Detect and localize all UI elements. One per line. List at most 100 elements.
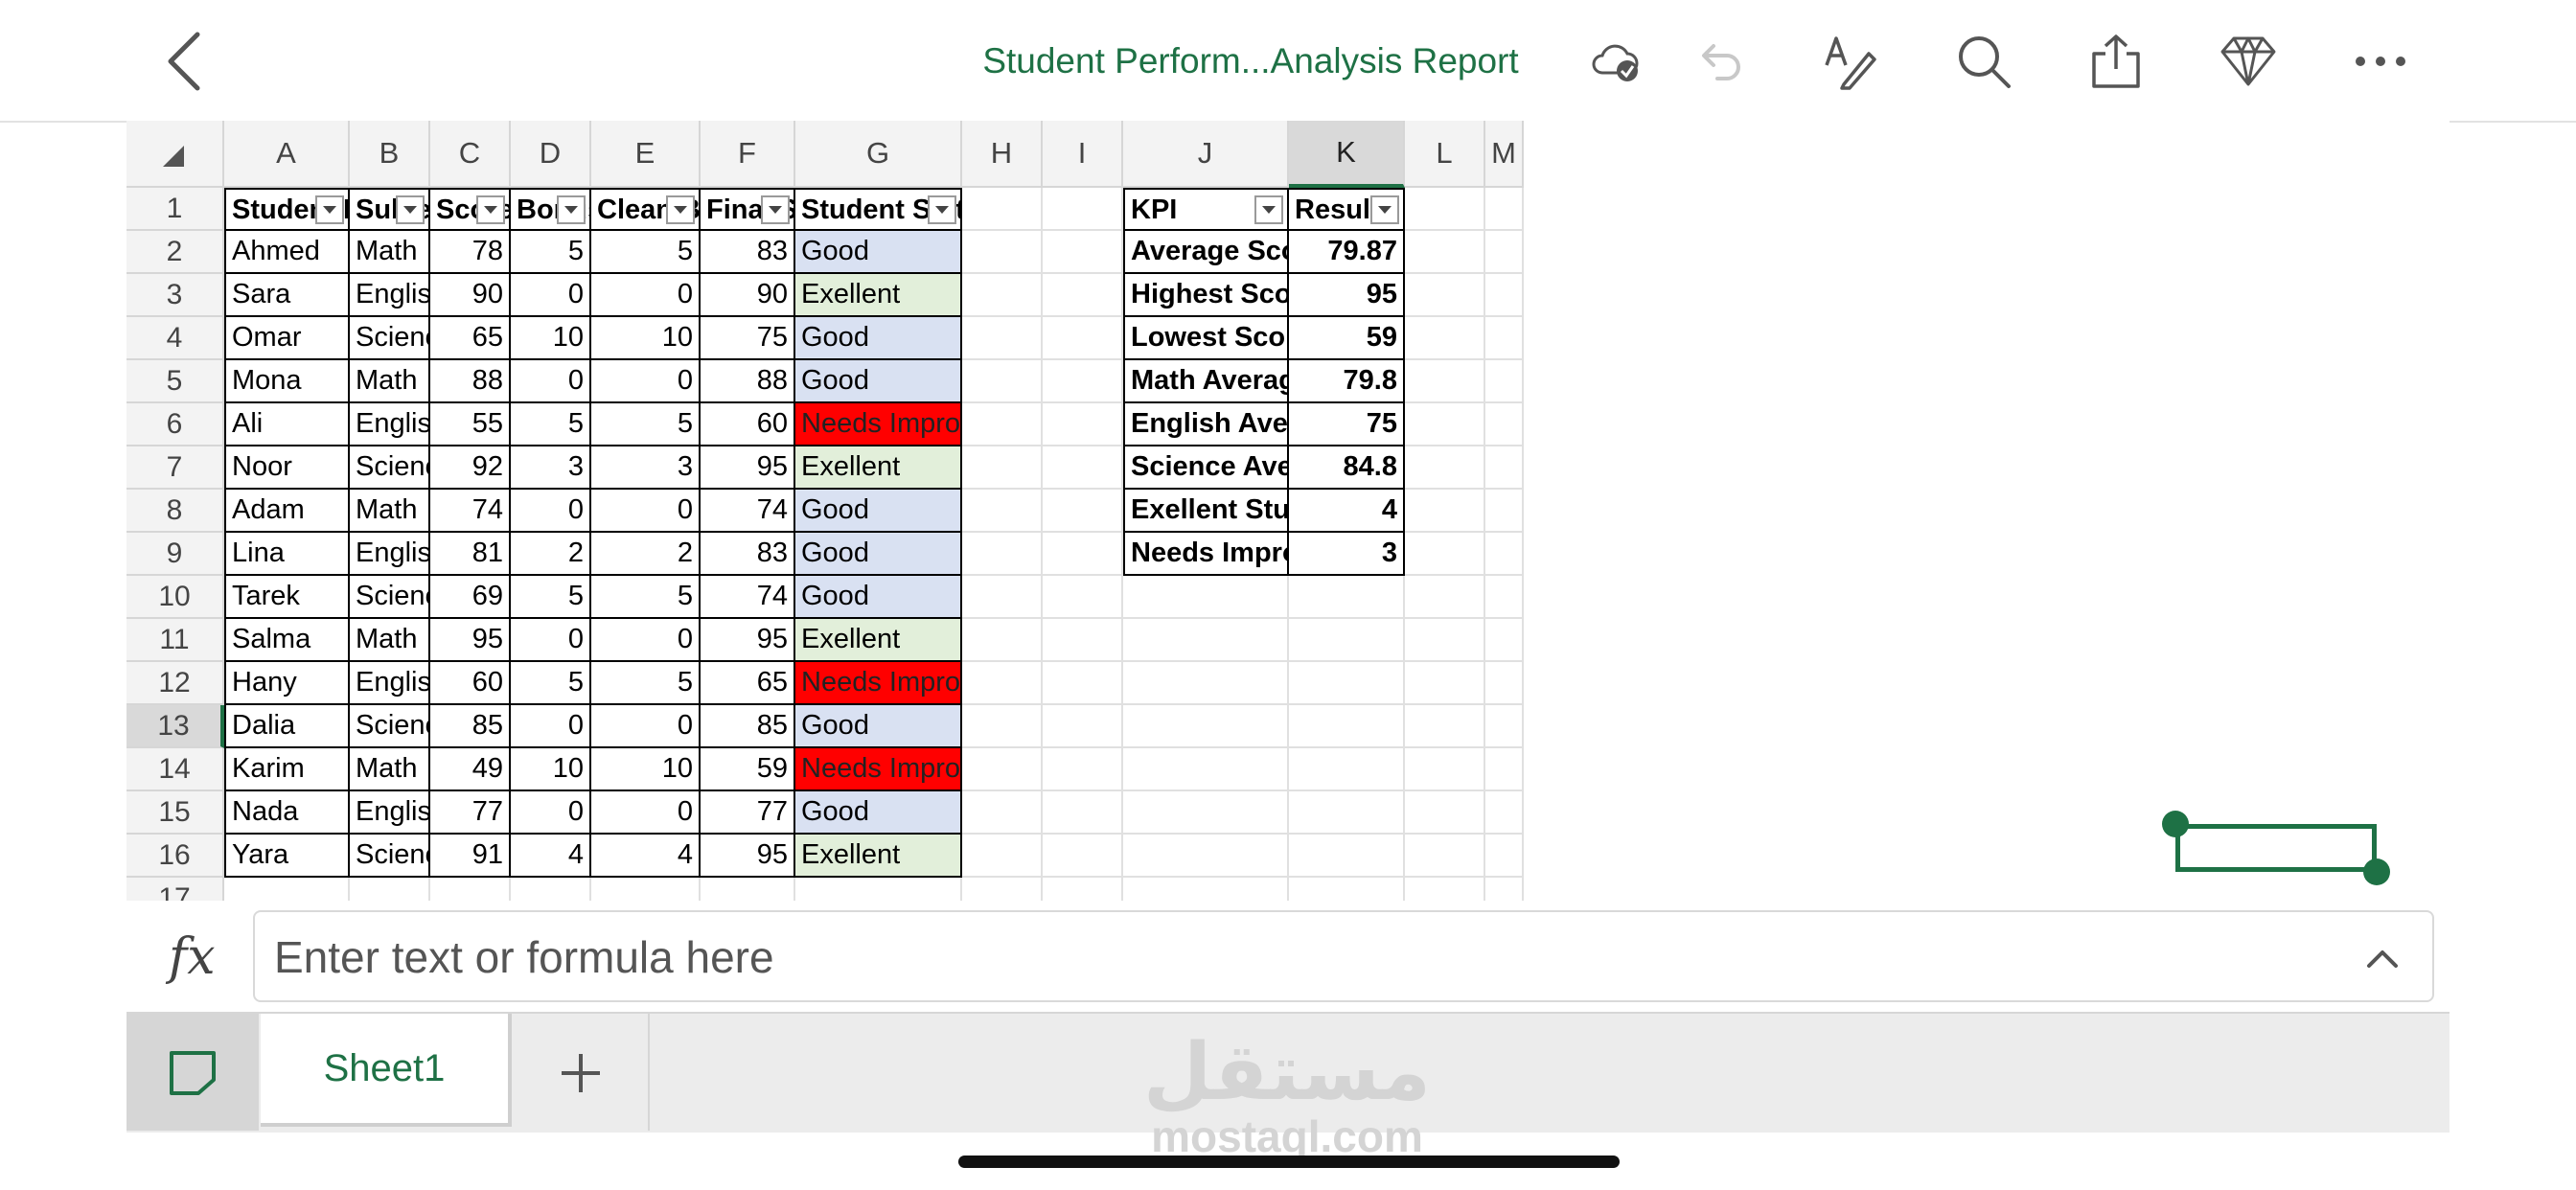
grid-cell[interactable] [1043, 835, 1123, 878]
grid-cell[interactable] [962, 619, 1043, 662]
back-icon[interactable] [150, 27, 218, 96]
table-cell[interactable]: 90 [701, 274, 795, 317]
table-cell[interactable]: 55 [430, 403, 511, 446]
column-header-e[interactable]: E [591, 121, 701, 188]
row-header-5[interactable]: 5 [126, 360, 224, 403]
kpi-value-cell[interactable]: 95 [1289, 274, 1405, 317]
table-cell[interactable]: Science [350, 446, 430, 490]
table-cell[interactable]: 10 [511, 748, 591, 791]
grid-cell[interactable] [1043, 274, 1123, 317]
grid-cell[interactable] [1289, 662, 1405, 705]
table-cell[interactable]: Math [350, 360, 430, 403]
table-cell[interactable]: 0 [591, 274, 701, 317]
table-cell[interactable]: 4 [591, 835, 701, 878]
column-header-c[interactable]: C [430, 121, 511, 188]
row-header-11[interactable]: 11 [126, 619, 224, 662]
grid-cell[interactable] [1405, 748, 1485, 791]
table-cell[interactable]: 49 [430, 748, 511, 791]
grid-cell[interactable] [1485, 748, 1524, 791]
table-cell[interactable]: Adam [224, 490, 350, 533]
status-cell[interactable]: Needs Improvment [795, 748, 962, 791]
grid-cell[interactable] [1405, 878, 1485, 901]
table-cell[interactable]: 0 [591, 490, 701, 533]
table-cell[interactable]: 65 [430, 317, 511, 360]
table-cell[interactable]: 60 [701, 403, 795, 446]
grid-cell[interactable] [1123, 576, 1289, 619]
grid-cell[interactable] [795, 878, 962, 901]
row-header-4[interactable]: 4 [126, 317, 224, 360]
grid-cell[interactable] [1485, 878, 1524, 901]
grid-cell[interactable] [1289, 705, 1405, 748]
table-cell[interactable]: 69 [430, 576, 511, 619]
grid-cell[interactable] [1485, 619, 1524, 662]
table-cell[interactable]: 10 [591, 748, 701, 791]
function-fx-icon[interactable]: fx [169, 926, 232, 989]
grid-cell[interactable] [224, 878, 350, 901]
grid-cell[interactable] [962, 748, 1043, 791]
status-cell[interactable]: Good [795, 533, 962, 576]
kpi-value-cell[interactable]: 75 [1289, 403, 1405, 446]
table-cell[interactable]: 74 [701, 576, 795, 619]
table-cell[interactable]: 74 [701, 490, 795, 533]
table-cell[interactable]: Ahmed [224, 231, 350, 274]
column-header-i[interactable]: I [1043, 121, 1123, 188]
table-cell[interactable]: Omar [224, 317, 350, 360]
plus-icon[interactable] [542, 1035, 619, 1111]
grid-cell[interactable] [1405, 274, 1485, 317]
grid-cell[interactable] [1485, 274, 1524, 317]
selection-handle-start[interactable] [2162, 811, 2189, 837]
table-cell[interactable]: 95 [701, 619, 795, 662]
search-icon[interactable] [1949, 27, 2018, 96]
grid-cell[interactable] [1289, 835, 1405, 878]
row-header-17[interactable]: 17 [126, 878, 224, 901]
grid-cell[interactable] [962, 576, 1043, 619]
grid-cell[interactable] [1043, 878, 1123, 901]
grid-cell[interactable] [350, 878, 430, 901]
cloud-saved-icon[interactable] [1581, 27, 1650, 96]
grid-cell[interactable] [1485, 188, 1524, 231]
grid-cell[interactable] [1485, 446, 1524, 490]
table-cell[interactable]: 0 [591, 360, 701, 403]
table-cell[interactable]: Math [350, 490, 430, 533]
grid-cell[interactable] [962, 274, 1043, 317]
filter-dropdown-icon[interactable] [1254, 195, 1283, 224]
filter-dropdown-icon[interactable] [666, 195, 695, 224]
grid-cell[interactable] [1405, 188, 1485, 231]
table-cell[interactable]: Science [350, 835, 430, 878]
table-cell[interactable]: Math [350, 748, 430, 791]
sheet-list-icon[interactable] [126, 1014, 259, 1131]
grid-cell[interactable] [962, 533, 1043, 576]
table-cell[interactable]: Science [350, 705, 430, 748]
status-cell[interactable]: Good [795, 360, 962, 403]
table-cell[interactable]: Lina [224, 533, 350, 576]
table-cell[interactable]: English [350, 403, 430, 446]
row-header-7[interactable]: 7 [126, 446, 224, 490]
table-cell[interactable]: 81 [430, 533, 511, 576]
select-all-corner[interactable] [126, 121, 224, 188]
grid-cell[interactable] [1485, 317, 1524, 360]
row-header-15[interactable]: 15 [126, 791, 224, 835]
grid-cell[interactable] [1405, 835, 1485, 878]
grid-cell[interactable] [1405, 791, 1485, 835]
table-header-cell[interactable]: Student Status [795, 188, 962, 231]
table-cell[interactable]: English [350, 274, 430, 317]
status-cell[interactable]: Good [795, 490, 962, 533]
table-cell[interactable]: 0 [591, 705, 701, 748]
table-cell[interactable]: 88 [430, 360, 511, 403]
table-cell[interactable]: 0 [511, 619, 591, 662]
row-header-8[interactable]: 8 [126, 490, 224, 533]
grid-cell[interactable] [962, 317, 1043, 360]
table-cell[interactable]: 5 [591, 662, 701, 705]
table-cell[interactable]: 5 [511, 576, 591, 619]
kpi-label-cell[interactable]: English Average [1123, 403, 1289, 446]
table-cell[interactable]: 0 [511, 490, 591, 533]
table-cell[interactable]: 0 [511, 791, 591, 835]
status-cell[interactable]: Good [795, 317, 962, 360]
grid-cell[interactable] [1043, 662, 1123, 705]
grid-cell[interactable] [701, 878, 795, 901]
status-cell[interactable]: Exellent [795, 619, 962, 662]
grid-cell[interactable] [1043, 188, 1123, 231]
table-cell[interactable]: Noor [224, 446, 350, 490]
table-header-cell[interactable]: Final Scor [701, 188, 795, 231]
grid-cell[interactable] [1405, 317, 1485, 360]
